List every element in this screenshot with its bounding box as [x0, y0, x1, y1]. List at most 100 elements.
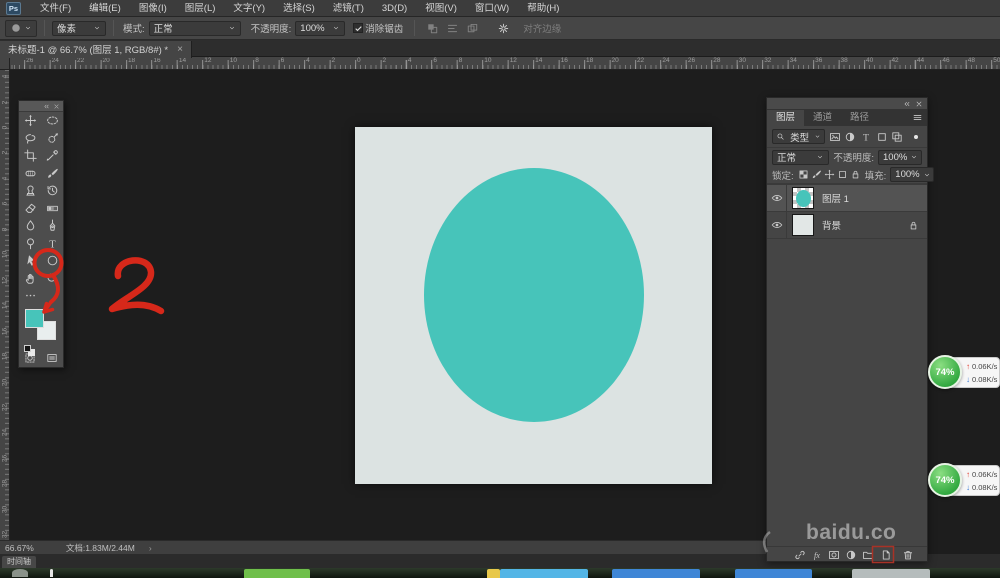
menu-item-6[interactable]: 滤镜(T) — [324, 0, 373, 17]
move-tool[interactable] — [19, 112, 41, 130]
panel-tab-0[interactable]: 图层 — [767, 110, 804, 126]
layer-row-1[interactable]: 背景 — [767, 212, 927, 239]
visibility-toggle[interactable] — [767, 212, 787, 239]
menu-item-3[interactable]: 图层(L) — [176, 0, 225, 17]
path-operations-button[interactable] — [423, 20, 441, 37]
screen-mode-button[interactable] — [46, 352, 58, 364]
lock-transparency-button[interactable] — [798, 168, 809, 182]
collapse-panels-icon[interactable] — [903, 100, 911, 108]
memory-ball[interactable]: 74% — [928, 463, 962, 497]
path-alignment-button[interactable] — [443, 20, 461, 37]
layer-thumbnail[interactable] — [792, 187, 814, 209]
document-tab[interactable]: 未标题-1 @ 66.7% (图层 1, RGB/8#) * × — [0, 41, 192, 58]
dodge-tool[interactable] — [19, 235, 41, 253]
eyedropper-tool[interactable] — [41, 147, 63, 165]
path-arrange-button[interactable] — [463, 20, 481, 37]
menu-item-1[interactable]: 编辑(E) — [80, 0, 130, 17]
taskbar-app[interactable] — [12, 569, 28, 577]
taskbar-app[interactable] — [852, 569, 930, 578]
opacity-select[interactable]: 100% — [295, 21, 345, 36]
layer-blend-mode-select[interactable]: 正常 — [772, 150, 829, 165]
canvas[interactable] — [355, 127, 712, 484]
app-logo[interactable]: Ps — [6, 2, 21, 15]
lock-all-button[interactable] — [850, 168, 861, 182]
filter-type-select[interactable]: 类型 — [772, 129, 825, 144]
pen-tool[interactable] — [41, 217, 63, 235]
panel-tab-1[interactable]: 通道 — [804, 110, 841, 126]
taskbar-app[interactable] — [500, 569, 588, 578]
menu-item-7[interactable]: 3D(D) — [373, 0, 416, 17]
status-expander[interactable]: › — [149, 543, 152, 553]
lasso-tool[interactable] — [19, 130, 41, 148]
layer-mask-button[interactable] — [827, 548, 840, 561]
menu-item-0[interactable]: 文件(F) — [31, 0, 80, 17]
vertical-ruler[interactable]: 4202468101214161820222426283032 — [0, 70, 10, 540]
clone-stamp-tool[interactable] — [19, 182, 41, 200]
shape-fill-mode-select[interactable]: 像素 — [52, 21, 106, 36]
layer-opacity-select[interactable]: 100% — [878, 150, 922, 165]
menu-item-10[interactable]: 帮助(H) — [518, 0, 568, 17]
taskbar-app[interactable] — [487, 569, 500, 578]
panel-tab-2[interactable]: 路径 — [841, 110, 878, 126]
menu-item-4[interactable]: 文字(Y) — [224, 0, 274, 17]
filter-type-button[interactable]: T — [860, 129, 873, 144]
taskbar-app[interactable] — [735, 569, 812, 578]
new-layer-button[interactable] — [879, 548, 892, 561]
filter-adjustment-button[interactable] — [844, 129, 857, 144]
horizontal-ruler[interactable]: 2624222018161412108642024681012141618202… — [10, 57, 1000, 70]
blur-tool[interactable] — [19, 217, 41, 235]
menu-item-5[interactable]: 选择(S) — [274, 0, 324, 17]
crop-tool[interactable] — [19, 147, 41, 165]
lock-pixels-button[interactable] — [811, 168, 822, 182]
layer-row-0[interactable]: 图层 1 — [767, 185, 927, 212]
menu-item-2[interactable]: 图像(I) — [130, 0, 176, 17]
close-icon[interactable] — [53, 103, 60, 110]
ellipse-tool[interactable] — [41, 252, 63, 270]
filter-toggle-button[interactable] — [909, 129, 922, 144]
gradient-tool[interactable] — [41, 200, 63, 218]
foreground-color-swatch[interactable] — [25, 309, 44, 328]
blend-mode-select[interactable]: 正常 — [149, 21, 241, 36]
filter-smartobject-button[interactable] — [891, 129, 904, 144]
collapse-icon[interactable] — [43, 103, 50, 110]
lock-artboard-button[interactable] — [837, 168, 848, 182]
close-tab-button[interactable]: × — [177, 44, 183, 55]
healing-brush-tool[interactable] — [19, 165, 41, 183]
type-tool[interactable]: T — [41, 235, 63, 253]
more-tools[interactable] — [19, 287, 41, 305]
history-brush-tool[interactable] — [41, 182, 63, 200]
lock-position-button[interactable] — [824, 168, 835, 182]
net-speed-widget-0[interactable]: ↑0.06K/s↓0.08K/s74% — [928, 355, 1000, 391]
geometry-options-button[interactable] — [494, 20, 512, 37]
taskbar-app[interactable] — [244, 569, 310, 578]
brush-tool[interactable] — [41, 165, 63, 183]
timeline-panel-tab[interactable]: 时间轴 — [2, 556, 36, 568]
tool-preset-picker[interactable] — [5, 20, 37, 37]
zoom-level-field[interactable]: 66.67% — [5, 543, 34, 553]
visibility-toggle[interactable] — [767, 185, 787, 212]
path-selection-tool[interactable] — [19, 252, 41, 270]
taskbar-app[interactable] — [50, 569, 53, 577]
hand-tool[interactable] — [19, 270, 41, 288]
layer-thumbnail[interactable] — [792, 214, 814, 236]
antialias-checkbox[interactable]: 消除锯齿 — [353, 21, 407, 35]
taskbar-app[interactable] — [612, 569, 700, 578]
close-panel-icon[interactable] — [915, 100, 923, 108]
net-speed-widget-1[interactable]: ↑0.06K/s↓0.08K/s74% — [928, 463, 1000, 499]
new-group-button[interactable] — [861, 548, 874, 561]
panel-menu-icon[interactable] — [912, 112, 923, 123]
zoom-tool[interactable] — [41, 270, 63, 288]
delete-layer-button[interactable] — [901, 548, 914, 561]
menu-item-9[interactable]: 窗口(W) — [466, 0, 518, 17]
link-layers-button[interactable] — [793, 548, 806, 561]
eraser-tool[interactable] — [19, 200, 41, 218]
filter-shape-button[interactable] — [875, 129, 888, 144]
filter-pixel-button[interactable] — [828, 129, 841, 144]
tools-panel-header[interactable] — [19, 101, 63, 112]
marquee-tool[interactable] — [41, 112, 63, 130]
layer-style-button[interactable]: fx — [810, 548, 823, 561]
memory-ball[interactable]: 74% — [928, 355, 962, 389]
quick-selection-tool[interactable] — [41, 130, 63, 148]
fill-opacity-select[interactable]: 100% — [890, 167, 934, 182]
adjustment-layer-button[interactable] — [844, 548, 857, 561]
